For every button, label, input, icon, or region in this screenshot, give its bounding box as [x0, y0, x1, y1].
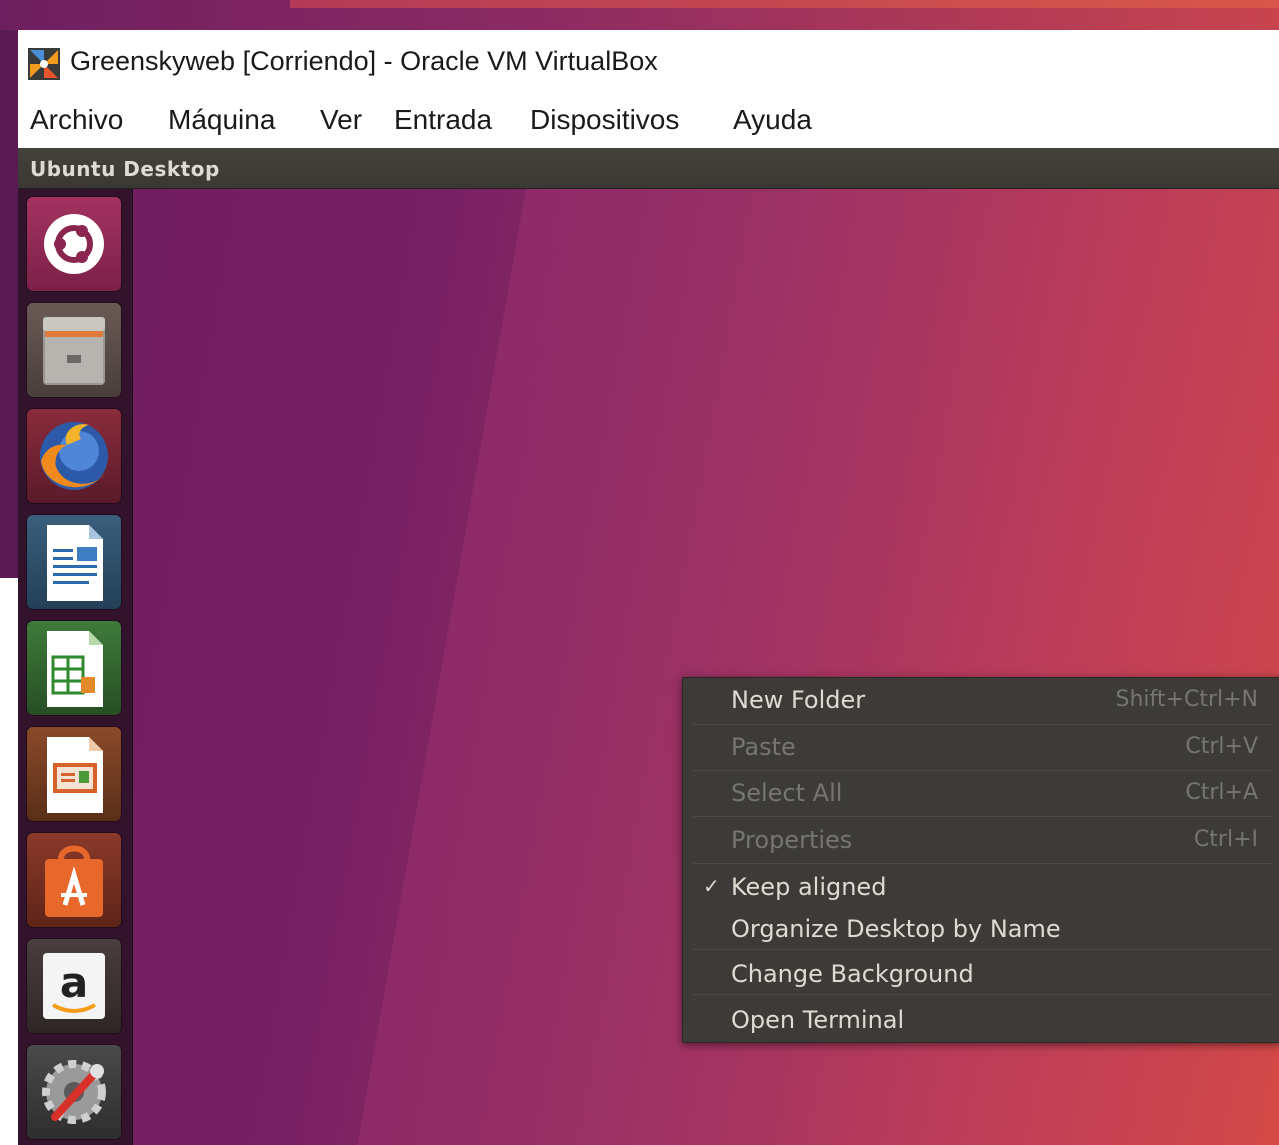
launcher-item-impress[interactable]: [27, 727, 121, 821]
menubar: Archivo Máquina Ver Entrada Dispositivos…: [18, 98, 1279, 148]
menu-maquina[interactable]: Máquina: [168, 104, 275, 136]
checkmark-icon: ✓: [703, 874, 720, 898]
menu-separator: [693, 949, 1273, 950]
amazon-icon: a: [43, 953, 105, 1019]
menu-item-accelerator: Ctrl+A: [1185, 780, 1258, 805]
menu-item-change-background[interactable]: Change Background: [683, 952, 1279, 998]
system-settings-icon: [42, 1060, 106, 1124]
menu-item-label: Open Terminal: [731, 1006, 905, 1034]
files-icon: [43, 317, 105, 385]
menu-item-accelerator: Shift+Ctrl+N: [1115, 687, 1258, 712]
menu-item-accelerator: Ctrl+V: [1185, 734, 1258, 759]
virtualbox-app-icon: [28, 48, 60, 80]
desktop-context-menu: New Folder Shift+Ctrl+N Paste Ctrl+V Sel…: [682, 677, 1279, 1043]
guest-desktop[interactable]: Ubuntu Desktop a New Folder Shift+Ctrl+N…: [18, 148, 1279, 1145]
menu-separator: [693, 994, 1273, 995]
menu-ver[interactable]: Ver: [320, 104, 362, 136]
window-title: Greenskyweb [Corriendo] - Oracle VM Virt…: [70, 46, 658, 76]
window-titlebar: Greenskyweb [Corriendo] - Oracle VM Virt…: [18, 30, 1279, 98]
menu-item-keep-aligned[interactable]: ✓ Keep aligned: [683, 865, 1279, 911]
launcher-item-amazon[interactable]: a: [27, 939, 121, 1033]
launcher-item-calc[interactable]: [27, 621, 121, 715]
menu-item-new-folder[interactable]: New Folder Shift+Ctrl+N: [683, 678, 1279, 724]
host-desktop-strip: [0, 0, 1279, 30]
menu-item-label: Keep aligned: [731, 873, 887, 901]
ubuntu-software-icon: [45, 845, 103, 917]
menu-ayuda[interactable]: Ayuda: [733, 104, 812, 136]
libreoffice-calc-icon: [47, 631, 103, 707]
menu-separator: [693, 816, 1273, 817]
menu-item-accelerator: Ctrl+I: [1193, 827, 1258, 852]
menu-item-label: Properties: [731, 826, 853, 854]
host-window-edge: [0, 578, 18, 1145]
unity-launcher: a: [18, 189, 133, 1145]
libreoffice-writer-icon: [47, 525, 103, 601]
menu-item-label: Organize Desktop by Name: [731, 915, 1061, 943]
launcher-item-dash[interactable]: [27, 197, 121, 291]
ubuntu-top-panel: Ubuntu Desktop: [18, 148, 1279, 189]
menu-item-organize-by-name[interactable]: Organize Desktop by Name: [683, 907, 1279, 953]
menu-item-paste[interactable]: Paste Ctrl+V: [683, 725, 1279, 771]
launcher-item-writer[interactable]: [27, 515, 121, 609]
menu-archivo[interactable]: Archivo: [30, 104, 123, 136]
menu-item-properties[interactable]: Properties Ctrl+I: [683, 818, 1279, 864]
menu-item-label: New Folder: [731, 686, 866, 714]
menu-dispositivos[interactable]: Dispositivos: [530, 104, 679, 136]
menu-item-open-terminal[interactable]: Open Terminal: [683, 998, 1279, 1044]
firefox-icon: [40, 422, 108, 490]
menu-entrada[interactable]: Entrada: [394, 104, 492, 136]
launcher-item-settings[interactable]: [27, 1045, 121, 1139]
svg-text:a: a: [60, 958, 88, 1007]
top-panel-title: Ubuntu Desktop: [30, 157, 220, 181]
menu-item-label: Paste: [731, 733, 796, 761]
menu-separator: [693, 863, 1273, 864]
launcher-item-firefox[interactable]: [27, 409, 121, 503]
virtualbox-window: Greenskyweb [Corriendo] - Oracle VM Virt…: [18, 30, 1279, 1145]
launcher-item-files[interactable]: [27, 303, 121, 397]
libreoffice-impress-icon: [47, 737, 103, 813]
menu-item-label: Select All: [731, 779, 843, 807]
ubuntu-dash-icon: [44, 214, 104, 274]
menu-item-select-all[interactable]: Select All Ctrl+A: [683, 771, 1279, 817]
launcher-item-software[interactable]: [27, 833, 121, 927]
menu-item-label: Change Background: [731, 960, 974, 988]
